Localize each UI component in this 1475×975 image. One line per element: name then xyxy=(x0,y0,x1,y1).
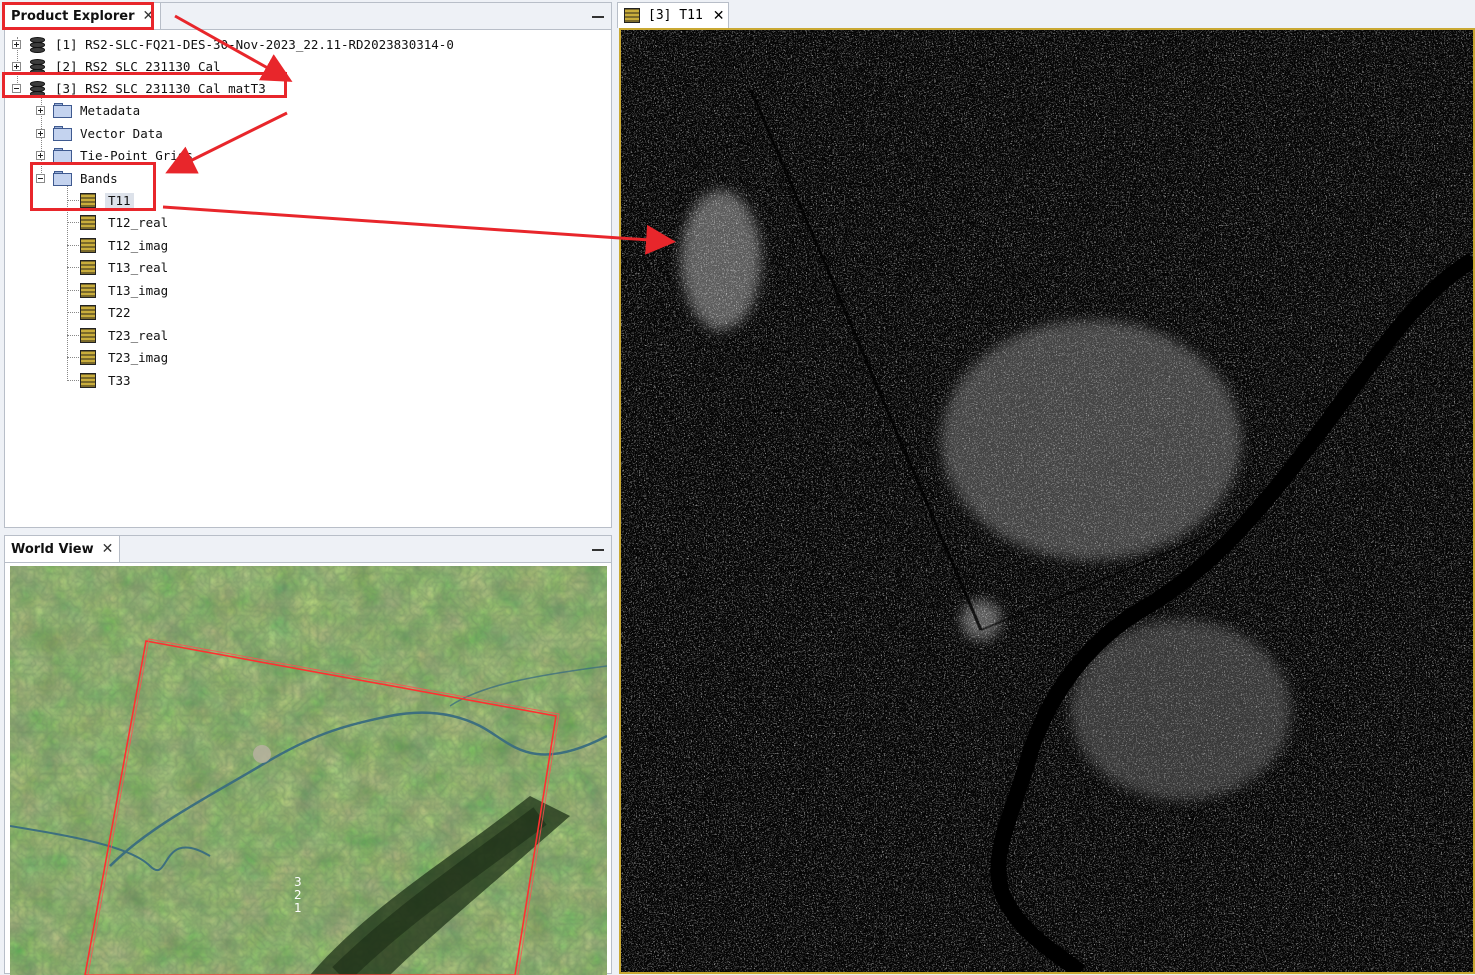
world-map[interactable]: 3 2 1 xyxy=(10,566,607,975)
group-node-bands[interactable]: Bands xyxy=(36,167,118,189)
product-label: [3] RS2_SLC_231130_Cal_matT3 xyxy=(55,80,266,96)
footprint-label-3: 3 xyxy=(294,875,302,889)
product-label: [2] RS2_SLC_231130_Cal xyxy=(55,58,221,74)
band-node-t22[interactable]: T22 xyxy=(80,301,131,323)
band-label: T12_real xyxy=(108,214,169,230)
close-icon[interactable]: ✕ xyxy=(142,8,154,24)
group-node-metadata[interactable]: Metadata xyxy=(36,99,140,121)
band-label: T23_real xyxy=(108,327,169,343)
band-icon xyxy=(80,349,96,365)
product-tree: [1] RS2-SLC-FQ21-DES-30-Nov-2023_22.11-R… xyxy=(5,31,611,527)
product-node-2[interactable]: [2] RS2_SLC_231130_Cal xyxy=(12,55,221,77)
sar-image-canvas[interactable] xyxy=(619,28,1475,974)
world-view-panel: World View ✕ 3 2 1 xyxy=(4,535,612,975)
collapse-icon[interactable] xyxy=(36,173,45,183)
band-icon xyxy=(80,282,96,298)
band-label: T13_real xyxy=(108,259,169,275)
group-node-tie-point-grids[interactable]: Tie-Point Grids xyxy=(36,144,193,166)
product-explorer-tab[interactable]: Product Explorer ✕ xyxy=(5,3,162,29)
band-node-t23-real[interactable]: T23_real xyxy=(80,324,168,346)
band-node-t12-imag[interactable]: T12_imag xyxy=(80,234,168,256)
band-icon xyxy=(80,192,96,208)
collapse-icon[interactable] xyxy=(12,83,21,93)
footprint-label-1: 1 xyxy=(294,901,302,915)
product-icon xyxy=(29,80,45,97)
sar-image xyxy=(621,30,1473,972)
folder-icon xyxy=(53,148,72,163)
product-icon xyxy=(29,58,45,75)
satellite-map: 3 2 1 xyxy=(10,566,607,975)
band-icon xyxy=(80,259,96,275)
band-label: T33 xyxy=(108,372,131,388)
band-node-t13-real[interactable]: T13_real xyxy=(80,256,168,278)
open-folder-icon xyxy=(53,171,72,186)
band-label: T23_imag xyxy=(108,349,169,365)
product-explorer-title: Product Explorer xyxy=(11,8,135,24)
close-icon[interactable]: ✕ xyxy=(713,8,725,24)
expand-icon[interactable] xyxy=(36,128,45,138)
expand-icon[interactable] xyxy=(36,150,45,160)
group-label: Vector Data xyxy=(80,125,163,141)
band-node-t23-imag[interactable]: T23_imag xyxy=(80,346,168,368)
group-node-vector-data[interactable]: Vector Data xyxy=(36,122,163,144)
close-icon[interactable]: ✕ xyxy=(102,541,114,557)
band-label: T22 xyxy=(108,304,131,320)
band-label: T12_imag xyxy=(108,237,169,253)
band-node-t11[interactable]: T11 xyxy=(80,189,134,211)
group-label: Bands xyxy=(80,170,118,186)
world-view-title: World View xyxy=(11,541,94,557)
folder-icon xyxy=(53,126,72,141)
product-icon xyxy=(29,36,45,53)
product-explorer-panel: Product Explorer ✕ [1] RS2-SLC-FQ21-DES-… xyxy=(4,2,612,528)
band-icon xyxy=(80,327,96,343)
minimize-icon[interactable] xyxy=(591,7,605,21)
folder-icon xyxy=(53,103,72,118)
world-view-tabbar: World View ✕ xyxy=(5,536,611,563)
image-view-panel: [3] T11 ✕ xyxy=(617,0,1475,974)
band-node-t13-imag[interactable]: T13_imag xyxy=(80,279,168,301)
expand-icon[interactable] xyxy=(36,105,45,115)
product-node-3[interactable]: [3] RS2_SLC_231130_Cal_matT3 xyxy=(12,77,266,99)
world-view-tab[interactable]: World View ✕ xyxy=(5,536,121,562)
band-node-t12-real[interactable]: T12_real xyxy=(80,211,168,233)
band-label: T13_imag xyxy=(108,282,169,298)
product-node-1[interactable]: [1] RS2-SLC-FQ21-DES-30-Nov-2023_22.11-R… xyxy=(12,33,454,55)
expand-icon[interactable] xyxy=(12,39,21,49)
band-icon xyxy=(80,304,96,320)
band-node-t33[interactable]: T33 xyxy=(80,369,131,391)
product-explorer-tabbar: Product Explorer ✕ xyxy=(5,3,611,30)
image-view-tab[interactable]: [3] T11 ✕ xyxy=(617,2,729,28)
group-label: Metadata xyxy=(80,102,141,118)
band-icon xyxy=(80,372,96,388)
image-view-title: [3] T11 xyxy=(648,8,703,23)
footprint-label-2: 2 xyxy=(294,888,302,902)
band-icon xyxy=(624,8,640,23)
band-label: T11 xyxy=(105,192,134,208)
expand-icon[interactable] xyxy=(12,61,21,71)
product-label: [1] RS2-SLC-FQ21-DES-30-Nov-2023_22.11-R… xyxy=(55,36,454,52)
group-label: Tie-Point Grids xyxy=(80,147,193,163)
minimize-icon[interactable] xyxy=(591,540,605,554)
band-icon xyxy=(80,237,96,253)
band-icon xyxy=(80,214,96,230)
